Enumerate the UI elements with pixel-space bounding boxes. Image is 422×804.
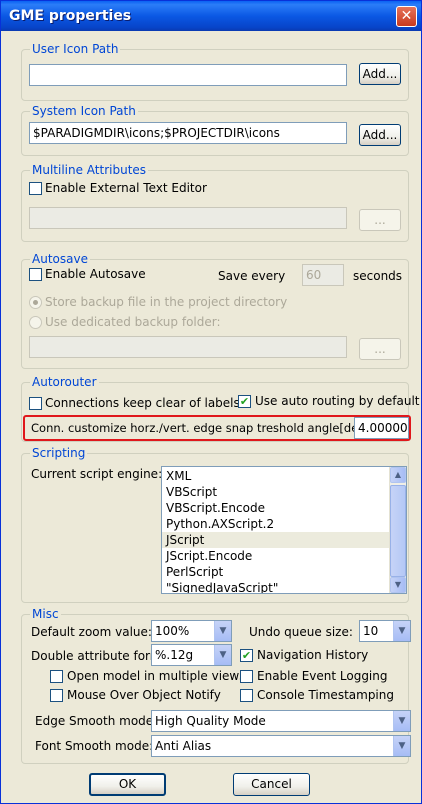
autosave-checkbox[interactable] — [29, 268, 42, 281]
backup-folder-input[interactable] — [29, 336, 347, 358]
chevron-down-icon: ▼ — [393, 736, 410, 756]
undo-label: Undo queue size: — [249, 625, 353, 639]
undo-select[interactable]: 10 ▼ — [359, 620, 411, 642]
script-engine-item[interactable]: PerlScript — [162, 564, 389, 580]
script-engine-item[interactable]: "SignedJavaScript" — [162, 580, 389, 593]
open-multiple-checkbox[interactable] — [50, 670, 63, 683]
snap-threshold-input[interactable]: 4.000000 — [354, 417, 409, 439]
open-multiple-label: Open model in multiple views — [67, 669, 246, 683]
double-format-value: %.12g — [155, 648, 194, 662]
script-engine-list[interactable]: XML VBScript VBScript.Encode Python.AXScrip… — [161, 466, 407, 594]
console-timestamp-label: Console Timestamping — [257, 688, 394, 702]
console-timestamp-checkbox[interactable] — [240, 689, 253, 702]
scroll-down-button[interactable]: ▼ — [390, 577, 406, 593]
script-engine-item[interactable]: XML — [162, 468, 389, 484]
dedicated-folder-label: Use dedicated backup folder: — [45, 315, 221, 329]
chevron-up-icon: ▲ — [394, 470, 402, 479]
scroll-thumb[interactable] — [390, 485, 406, 577]
script-engine-item[interactable]: JScript — [162, 532, 389, 548]
chevron-down-icon: ▼ — [394, 580, 402, 589]
autosave-label: Enable Autosave — [45, 267, 146, 281]
save-every-label: Save every — [218, 269, 286, 283]
zoom-value: 100% — [155, 624, 190, 638]
system-icon-add-button[interactable]: Add... — [359, 124, 401, 146]
window-title: GME properties — [9, 8, 132, 24]
zoom-select[interactable]: 100% ▼ — [151, 620, 232, 642]
script-engine-scrollbar[interactable]: ▲ ▼ — [389, 467, 406, 593]
group-title-misc: Misc — [30, 607, 61, 621]
gme-properties-dialog: GME properties ✕ User Icon Path Add... S… — [0, 0, 422, 804]
edge-smooth-select[interactable]: High Quality Mode ▼ — [151, 710, 411, 732]
external-editor-checkbox[interactable] — [29, 182, 42, 195]
script-engine-label: Current script engine: — [31, 467, 163, 481]
mouse-over-label: Mouse Over Object Notify — [67, 688, 221, 702]
script-engine-item[interactable]: JScript.Encode — [162, 548, 389, 564]
autosave-interval-input[interactable]: 60 — [302, 264, 344, 286]
title-bar[interactable]: GME properties ✕ — [1, 1, 421, 31]
auto-routing-label: Use auto routing by default — [255, 394, 420, 408]
script-engine-item[interactable]: VBScript.Encode — [162, 500, 389, 516]
chevron-down-icon: ▼ — [214, 621, 231, 641]
font-smooth-value: Anti Alias — [155, 739, 212, 753]
group-title-autosave: Autosave — [30, 252, 90, 266]
group-title-scripting: Scripting — [30, 446, 88, 460]
scroll-up-button[interactable]: ▲ — [390, 467, 406, 483]
zoom-label: Default zoom value: — [31, 625, 152, 639]
chevron-down-icon: ▼ — [214, 645, 231, 665]
auto-routing-checkbox[interactable]: ✔ — [238, 395, 251, 408]
external-editor-browse-button[interactable]: ... — [359, 209, 401, 231]
event-logging-checkbox[interactable] — [240, 670, 253, 683]
snap-threshold-label: Conn. customize horz./vert. edge snap tr… — [31, 421, 374, 435]
keep-clear-checkbox[interactable] — [29, 397, 42, 410]
external-editor-label: Enable External Text Editor — [45, 181, 207, 195]
edge-smooth-label: Edge Smooth mode: — [35, 714, 158, 728]
close-button[interactable]: ✕ — [396, 6, 417, 27]
group-title-system-icon-path: System Icon Path — [30, 104, 138, 118]
dedicated-folder-radio[interactable] — [29, 316, 42, 329]
group-title-user-icon-path: User Icon Path — [30, 42, 121, 56]
group-title-autorouter: Autorouter — [30, 375, 99, 389]
double-format-select[interactable]: %.12g ▼ — [151, 644, 232, 666]
user-icon-path-input[interactable] — [29, 64, 347, 86]
store-in-project-label: Store backup file in the project directo… — [45, 295, 288, 309]
font-smooth-select[interactable]: Anti Alias ▼ — [151, 735, 411, 757]
backup-folder-browse-button[interactable]: ... — [359, 338, 401, 360]
keep-clear-label: Connections keep clear of labels — [45, 396, 240, 410]
store-in-project-radio[interactable] — [29, 296, 42, 309]
system-icon-path-input[interactable]: $PARADIGMDIR\icons;$PROJECTDIR\icons — [29, 122, 347, 144]
nav-history-checkbox[interactable]: ✔ — [240, 649, 253, 662]
chevron-down-icon: ▼ — [393, 711, 410, 731]
cancel-button[interactable]: Cancel — [233, 773, 310, 796]
chevron-down-icon: ▼ — [393, 621, 410, 641]
script-engine-item[interactable]: Python.AXScript.2 — [162, 516, 389, 532]
group-title-multiline: Multiline Attributes — [30, 163, 149, 177]
undo-value: 10 — [363, 624, 379, 638]
seconds-label: seconds — [353, 269, 403, 283]
ok-button[interactable]: OK — [89, 773, 166, 796]
mouse-over-checkbox[interactable] — [50, 689, 63, 702]
event-logging-label: Enable Event Logging — [257, 669, 388, 683]
external-editor-path-input[interactable] — [29, 207, 347, 229]
close-icon: ✕ — [400, 8, 413, 24]
check-icon: ✔ — [239, 395, 250, 408]
script-engine-item[interactable]: VBScript — [162, 484, 389, 500]
check-icon: ✔ — [241, 649, 252, 662]
edge-smooth-value: High Quality Mode — [155, 714, 266, 728]
nav-history-label: Navigation History — [257, 648, 369, 662]
user-icon-add-button[interactable]: Add... — [359, 63, 401, 85]
font-smooth-label: Font Smooth mode: — [35, 739, 154, 753]
